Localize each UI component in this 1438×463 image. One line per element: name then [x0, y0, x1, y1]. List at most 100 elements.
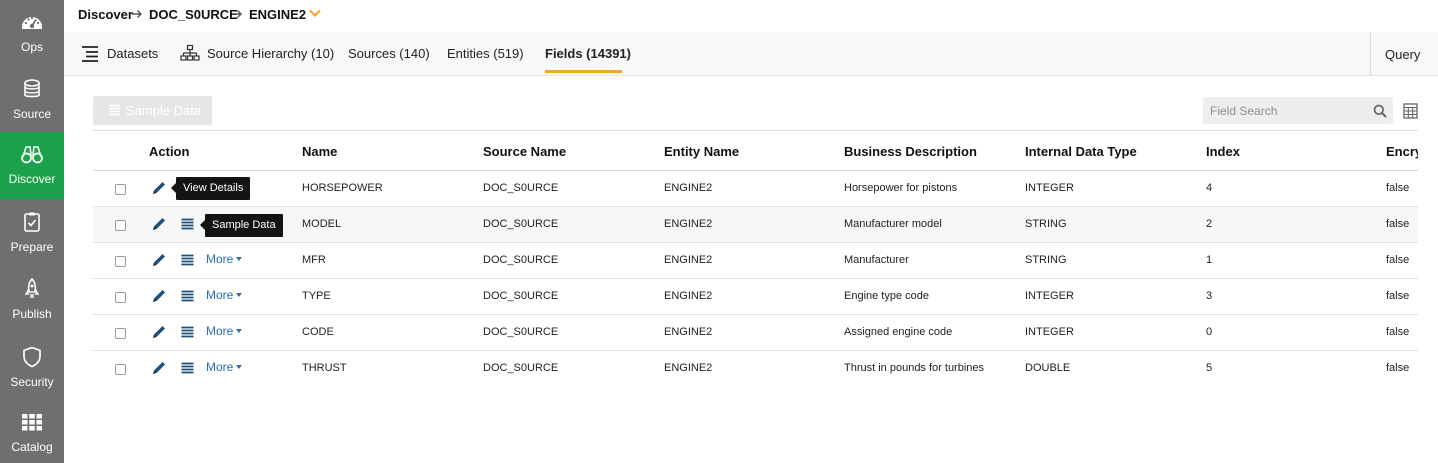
- cell-internal-data-type: DOUBLE: [1025, 362, 1071, 374]
- active-tab-indicator: [545, 70, 622, 73]
- table-columns-icon[interactable]: [1403, 103, 1418, 119]
- more-label: More: [206, 360, 234, 374]
- column-header-entity-name[interactable]: Entity Name: [664, 144, 739, 159]
- table-row: HORSEPOWER DOC_S0URCE ENGINE2 Horsepower…: [93, 171, 1418, 207]
- cell-source-name: DOC_S0URCE: [483, 254, 559, 266]
- sidebar-item-label: Ops: [20, 40, 43, 54]
- pencil-icon[interactable]: [151, 360, 167, 376]
- pencil-icon[interactable]: [151, 180, 167, 196]
- cell-business-description: Horsepower for pistons: [844, 182, 958, 194]
- search-icon[interactable]: [1373, 104, 1387, 118]
- table-header: Action Name Source Name Entity Name Busi…: [93, 130, 1418, 171]
- divider: [1370, 32, 1371, 76]
- column-header-source-name[interactable]: Source Name: [483, 144, 566, 159]
- tab-bar: Datasets Source Hierarchy (10) Sources (…: [64, 32, 1438, 76]
- row-checkbox[interactable]: [115, 364, 126, 375]
- more-dropdown[interactable]: More: [206, 252, 243, 266]
- more-label: More: [206, 324, 234, 338]
- cell-source-name: DOC_S0URCE: [483, 326, 559, 338]
- cell-name: THRUST: [302, 362, 347, 374]
- column-header-action: Action: [149, 144, 190, 159]
- arrow-right-icon: [132, 10, 142, 18]
- query-button[interactable]: Query: [1385, 47, 1420, 62]
- sidebar-item-label: Publish: [12, 307, 52, 321]
- app: Ops Source Discover Prepare Publish Secu…: [0, 0, 1438, 463]
- sample-data-icon[interactable]: [181, 362, 194, 375]
- table-row: More THRUST DOC_S0URCE ENGINE2 Thrust in…: [93, 351, 1418, 387]
- rocket-icon: [24, 277, 40, 298]
- column-header-internal-data-type[interactable]: Internal Data Type: [1025, 144, 1137, 159]
- more-dropdown[interactable]: More: [206, 360, 243, 374]
- row-checkbox[interactable]: [115, 328, 126, 339]
- sample-data-label: Sample Data: [126, 103, 202, 118]
- breadcrumb-item-entity: ENGINE2: [249, 7, 307, 22]
- breadcrumb-item-source[interactable]: DOC_S0URCE: [149, 7, 238, 22]
- cell-entity-name: ENGINE2: [664, 326, 713, 338]
- cell-name: CODE: [302, 326, 334, 338]
- cell-name: TYPE: [302, 290, 331, 302]
- column-header-business-description[interactable]: Business Description: [844, 144, 977, 159]
- sample-data-icon[interactable]: [181, 218, 194, 231]
- cell-source-name: DOC_S0URCE: [483, 218, 559, 230]
- cell-internal-data-type: INTEGER: [1025, 290, 1074, 302]
- cell-index: 1: [1206, 254, 1213, 266]
- shield-icon: [23, 346, 41, 368]
- pencil-icon[interactable]: [151, 288, 167, 304]
- sample-data-icon[interactable]: [181, 290, 194, 303]
- cell-business-description: Manufacturer: [844, 254, 909, 266]
- sidebar-item-discover[interactable]: Discover: [0, 132, 64, 199]
- sidebar-item-label: Prepare: [10, 240, 54, 254]
- sidebar-item-label: Catalog: [11, 440, 53, 454]
- pencil-icon[interactable]: [151, 324, 167, 340]
- list-icon: [82, 46, 98, 62]
- row-checkbox[interactable]: [115, 256, 126, 267]
- gauge-icon: [22, 16, 42, 29]
- sidebar-item-ops[interactable]: Ops: [0, 0, 64, 67]
- sidebar-item-publish[interactable]: Publish: [0, 267, 64, 334]
- fields-table: Action Name Source Name Entity Name Busi…: [93, 130, 1418, 390]
- cell-business-description: Manufacturer model: [844, 218, 942, 230]
- more-dropdown[interactable]: More: [206, 324, 243, 338]
- row-checkbox[interactable]: [115, 220, 126, 231]
- table-row: More CODE DOC_S0URCE ENGINE2 Assigned en…: [93, 315, 1418, 351]
- breadcrumb-item-discover[interactable]: Discover: [78, 7, 133, 22]
- tab-fields[interactable]: Fields (14391): [545, 46, 631, 61]
- cell-name: HORSEPOWER: [302, 182, 383, 194]
- cell-encrypted: false: [1386, 218, 1410, 230]
- tab-entities[interactable]: Entities (519): [447, 46, 524, 61]
- column-header-index[interactable]: Index: [1206, 144, 1240, 159]
- hierarchy-icon: [180, 44, 200, 61]
- column-header-name[interactable]: Name: [302, 144, 337, 159]
- more-dropdown[interactable]: More: [206, 288, 243, 302]
- cell-internal-data-type: INTEGER: [1025, 326, 1074, 338]
- tab-source-hierarchy[interactable]: Source Hierarchy (10): [207, 46, 334, 61]
- cell-index: 3: [1206, 290, 1213, 302]
- sample-data-icon[interactable]: [181, 326, 194, 339]
- sample-data-button[interactable]: Sample Data: [93, 96, 212, 125]
- sidebar-item-source[interactable]: Source: [0, 67, 64, 134]
- sample-data-icon[interactable]: [181, 254, 194, 267]
- sidebar: Ops Source Discover Prepare Publish Secu…: [0, 0, 64, 463]
- cell-encrypted: false: [1386, 362, 1410, 374]
- database-icon: [24, 79, 40, 98]
- sidebar-item-catalog[interactable]: Catalog: [0, 400, 64, 463]
- tooltip-sample-data: Sample Data: [205, 214, 283, 237]
- cell-index: 2: [1206, 218, 1213, 230]
- grid-icon: [22, 414, 42, 431]
- sidebar-item-label: Security: [10, 375, 54, 389]
- tab-datasets[interactable]: Datasets: [107, 46, 158, 61]
- field-search-input[interactable]: [1203, 97, 1393, 124]
- tab-sources[interactable]: Sources (140): [348, 46, 430, 61]
- cell-encrypted: false: [1386, 254, 1410, 266]
- chevron-down-icon[interactable]: [308, 6, 322, 20]
- row-checkbox[interactable]: [115, 292, 126, 303]
- sidebar-item-security[interactable]: Security: [0, 335, 64, 402]
- column-header-encrypted[interactable]: Encry: [1386, 144, 1418, 159]
- sidebar-item-prepare[interactable]: Prepare: [0, 200, 64, 267]
- binoculars-icon: [21, 146, 43, 164]
- cell-encrypted: false: [1386, 290, 1410, 302]
- breadcrumb: Discover DOC_S0URCE ENGINE2: [64, 0, 1438, 31]
- pencil-icon[interactable]: [151, 216, 167, 232]
- pencil-icon[interactable]: [151, 252, 167, 268]
- row-checkbox[interactable]: [115, 184, 126, 195]
